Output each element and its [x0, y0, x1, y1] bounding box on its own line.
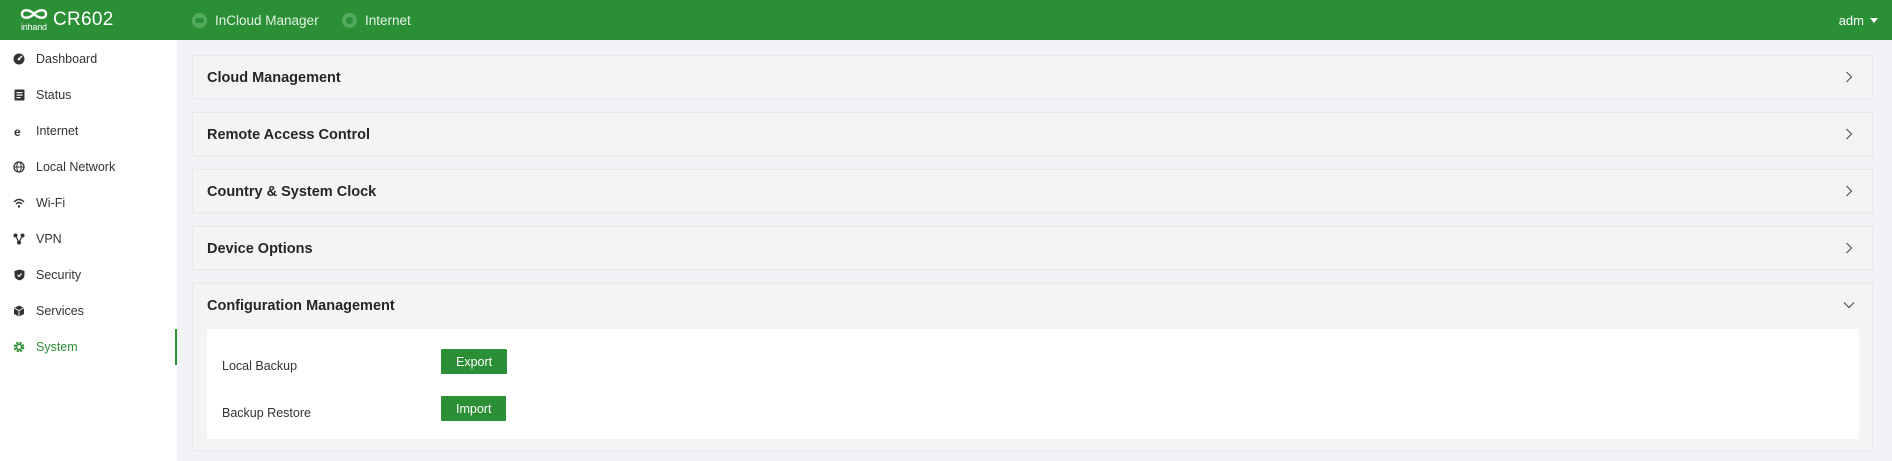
top-bar: inhand CR602 InCloud Manager Internet ad… [0, 0, 1892, 40]
username: adm [1838, 12, 1864, 28]
topnav-internet[interactable]: Internet [342, 0, 411, 40]
gear-icon [13, 341, 25, 353]
sidebar-item-label: Local Network [36, 160, 116, 174]
config-management-body: Local Backup Export Backup Restore Impor… [207, 329, 1859, 439]
cloud-icon [192, 12, 207, 28]
sidebar-item-label: Dashboard [36, 52, 98, 66]
section-remote-access-control: Remote Access Control [192, 112, 1873, 156]
sidebar-item-label: Status [36, 88, 72, 102]
sidebar: Dashboard Status e Internet Local Networ… [0, 40, 177, 461]
topnav-incloud-manager[interactable]: InCloud Manager [192, 0, 319, 40]
wifi-icon [13, 197, 25, 209]
shield-icon [13, 269, 25, 281]
chevron-right-icon [1846, 185, 1853, 197]
sidebar-item-label: Security [36, 268, 82, 282]
section-configuration-management: Configuration Management Local Backup Ex… [192, 283, 1873, 451]
section-cloud-management: Cloud Management [192, 55, 1873, 99]
logo-loop-icon [20, 9, 48, 19]
sidebar-item-status[interactable]: Status [0, 77, 177, 113]
chevron-right-icon [1846, 71, 1853, 83]
section-header[interactable]: Remote Access Control [193, 113, 1872, 156]
import-button[interactable]: Import [441, 396, 507, 421]
model-name: CR602 [53, 9, 114, 30]
sidebar-item-label: System [36, 340, 78, 354]
sidebar-item-system[interactable]: System [0, 329, 177, 365]
backup-restore-label: Backup Restore [222, 406, 311, 420]
sidebar-item-label: VPN [36, 232, 62, 246]
logo-mark: inhand [20, 5, 50, 35]
dashboard-icon [13, 53, 25, 65]
sidebar-item-wifi[interactable]: Wi-Fi [0, 185, 177, 221]
sidebar-item-services[interactable]: Services [0, 293, 177, 329]
status-icon [13, 89, 25, 101]
svg-text:e: e [14, 125, 21, 137]
inhand-logo[interactable]: inhand CR602 [20, 5, 114, 35]
globe-icon [342, 12, 357, 28]
topnav-label: Internet [365, 12, 411, 28]
sidebar-item-internet[interactable]: e Internet [0, 113, 177, 149]
cube-icon [13, 305, 25, 317]
chevron-right-icon [1846, 128, 1853, 140]
section-title: Country & System Clock [207, 183, 377, 200]
topnav-label: InCloud Manager [215, 12, 319, 28]
logo-wordmark: inhand [21, 22, 47, 32]
section-header[interactable]: Configuration Management [193, 284, 1872, 327]
globe-icon [13, 161, 25, 173]
sidebar-item-security[interactable]: Security [0, 257, 177, 293]
sidebar-item-label: Wi-Fi [36, 196, 66, 210]
section-country-system-clock: Country & System Clock [192, 169, 1873, 213]
local-backup-label: Local Backup [222, 359, 298, 373]
backup-restore-row: Backup Restore Import [207, 394, 1859, 434]
caret-down-icon [1870, 17, 1878, 23]
sidebar-item-local-network[interactable]: Local Network [0, 149, 177, 185]
section-header[interactable]: Cloud Management [193, 56, 1872, 99]
vpn-icon [13, 233, 25, 245]
section-title: Device Options [207, 240, 313, 257]
sidebar-item-label: Services [36, 304, 84, 318]
chevron-right-icon [1846, 242, 1853, 254]
section-header[interactable]: Country & System Clock [193, 170, 1872, 213]
section-title: Cloud Management [207, 69, 341, 86]
sidebar-item-label: Internet [36, 124, 79, 138]
chevron-down-icon [1843, 302, 1855, 309]
sidebar-item-dashboard[interactable]: Dashboard [0, 41, 177, 77]
section-header[interactable]: Device Options [193, 227, 1872, 270]
export-button[interactable]: Export [441, 349, 508, 374]
local-backup-row: Local Backup Export [207, 347, 1859, 387]
section-device-options: Device Options [192, 226, 1873, 270]
internet-icon: e [13, 125, 25, 137]
section-title: Remote Access Control [207, 126, 371, 143]
sidebar-item-vpn[interactable]: VPN [0, 221, 177, 257]
user-menu[interactable]: adm [1839, 0, 1878, 40]
section-title: Configuration Management [207, 297, 395, 314]
